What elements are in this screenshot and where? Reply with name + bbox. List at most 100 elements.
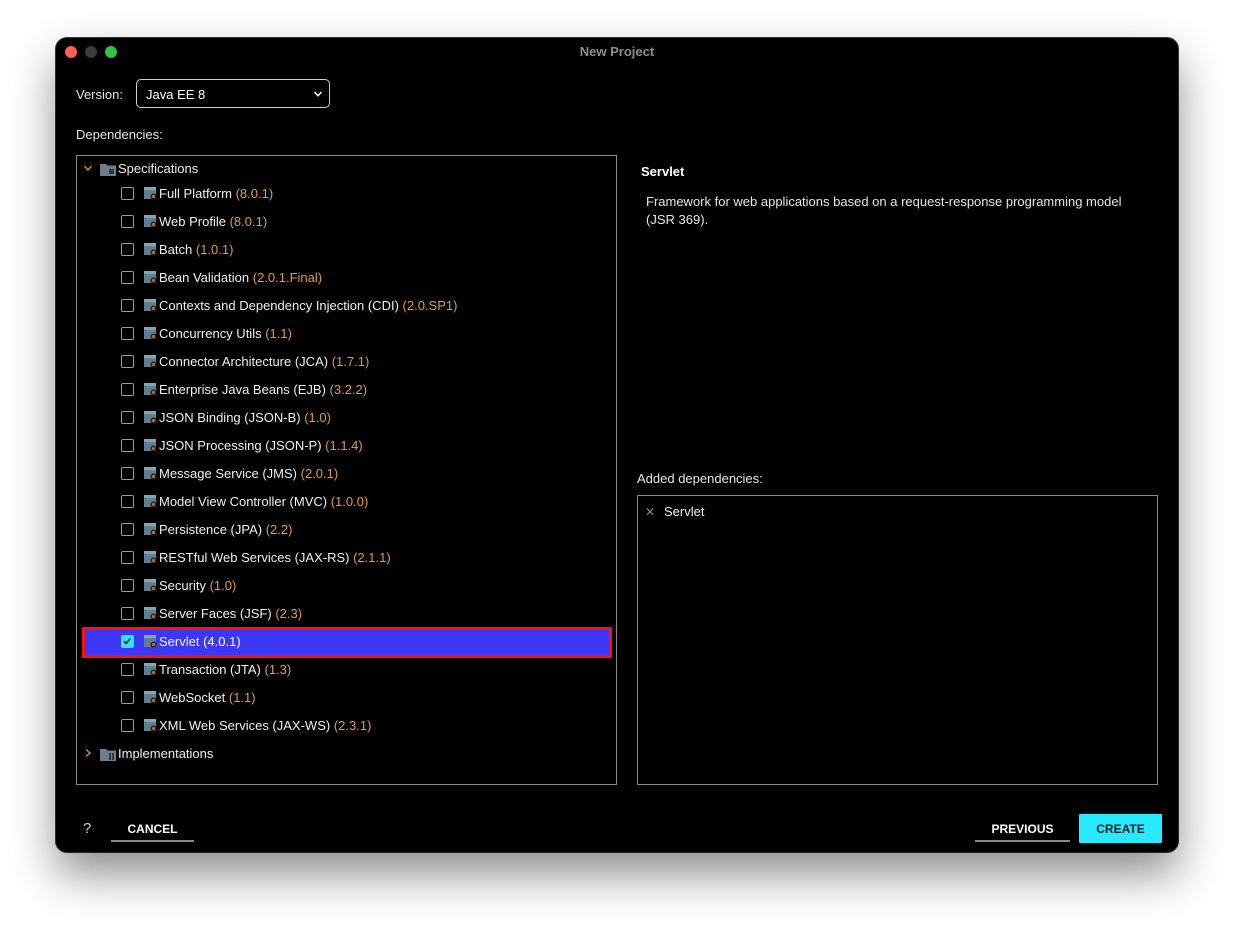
version-select[interactable]: Java EE 8 <box>136 79 330 108</box>
tree-group-label: Specifications <box>118 161 199 176</box>
dependency-name: WebSocket <box>159 690 226 705</box>
dependency-version: (8.0.1) <box>235 186 274 201</box>
dependency-version: (2.0.SP1) <box>402 298 458 313</box>
dependency-label: Security (1.0) <box>159 578 236 593</box>
dependency-row[interactable]: Model View Controller (MVC) (1.0.0) <box>77 490 616 514</box>
dependency-row[interactable]: RESTful Web Services (JAX-RS) (2.1.1) <box>77 546 616 570</box>
dependency-checkbox[interactable] <box>121 355 134 368</box>
dependency-row[interactable]: Transaction (JTA) (1.3) <box>77 658 616 682</box>
help-button[interactable]: ? <box>83 820 91 837</box>
chevron-right-icon <box>85 748 92 758</box>
added-dependencies-list: ✕ Servlet <box>637 495 1158 785</box>
library-icon <box>144 411 157 424</box>
dependency-checkbox[interactable] <box>121 551 134 564</box>
dependency-row[interactable]: Enterprise Java Beans (EJB) (3.2.2) <box>77 378 616 402</box>
dependency-version: (1.0) <box>209 578 237 593</box>
dependency-row[interactable]: Full Platform (8.0.1) <box>77 182 616 206</box>
library-icon <box>144 579 157 592</box>
dependency-version: (2.3) <box>275 606 303 621</box>
dependency-checkbox[interactable] <box>121 467 134 480</box>
dependency-checkbox[interactable] <box>121 327 134 340</box>
tree-group-label: Implementations <box>118 746 214 761</box>
library-icon <box>144 467 157 480</box>
dependency-row[interactable]: Persistence (JPA) (2.2) <box>77 518 616 542</box>
dependency-name: Enterprise Java Beans (EJB) <box>159 382 326 397</box>
dependency-row[interactable]: WebSocket (1.1) <box>77 686 616 710</box>
dependency-name: RESTful Web Services (JAX-RS) <box>159 550 350 565</box>
dependency-version: (2.1.1) <box>353 550 391 565</box>
dependency-label: Model View Controller (MVC) (1.0.0) <box>159 494 368 509</box>
library-icon <box>144 523 157 536</box>
create-button[interactable]: CREATE <box>1079 814 1162 843</box>
dependency-checkbox[interactable] <box>121 299 134 312</box>
dependency-row[interactable]: JSON Binding (JSON-B) (1.0) <box>77 406 616 430</box>
dependency-name: Server Faces (JSF) <box>159 606 272 621</box>
added-dependencies-label: Added dependencies: <box>637 471 763 486</box>
dependency-label: Servlet (4.0.1) <box>159 634 241 649</box>
dependency-label: Web Profile (8.0.1) <box>159 214 267 229</box>
dependency-name: Transaction (JTA) <box>159 662 261 677</box>
dependencies-tree: Specifications Full Platform (8.0.1) Web … <box>76 155 617 785</box>
description-title: Servlet <box>641 164 685 179</box>
version-label: Version: <box>76 87 123 102</box>
dependency-label: RESTful Web Services (JAX-RS) (2.1.1) <box>159 550 391 565</box>
tree-group-implementations[interactable]: Implementations <box>77 742 616 764</box>
dependency-checkbox[interactable] <box>121 719 134 732</box>
version-select-value: Java EE 8 <box>146 87 206 102</box>
description-text: Framework for web applications based on … <box>646 194 1122 227</box>
dependency-name: Full Platform <box>159 186 232 201</box>
dependency-row[interactable]: XML Web Services (JAX-WS) (2.3.1) <box>77 714 616 738</box>
dependency-row[interactable]: Server Faces (JSF) (2.3) <box>77 602 616 626</box>
dependency-row[interactable]: Concurrency Utils (1.1) <box>77 322 616 346</box>
dependencies-label: Dependencies: <box>76 127 163 142</box>
library-icon <box>144 663 157 676</box>
chevron-down-icon <box>313 91 323 97</box>
dependency-checkbox[interactable] <box>121 635 134 648</box>
dependency-label: Contexts and Dependency Injection (CDI) … <box>159 298 457 313</box>
dependency-checkbox[interactable] <box>121 243 134 256</box>
dependency-checkbox[interactable] <box>121 271 134 284</box>
tree-group-specifications[interactable]: Specifications <box>77 157 616 179</box>
library-icon <box>144 719 157 732</box>
dependency-row[interactable]: Message Service (JMS) (2.0.1) <box>77 462 616 486</box>
dependency-checkbox[interactable] <box>121 411 134 424</box>
dependency-row[interactable]: JSON Processing (JSON-P) (1.1.4) <box>77 434 616 458</box>
dependency-name: Security <box>159 578 206 593</box>
dependency-version: (1.3) <box>264 662 292 677</box>
dependency-checkbox[interactable] <box>121 439 134 452</box>
chevron-down-icon <box>83 165 93 172</box>
dependency-checkbox[interactable] <box>121 663 134 676</box>
remove-icon[interactable]: ✕ <box>645 505 655 519</box>
dependency-name: Connector Architecture (JCA) <box>159 354 329 369</box>
dependency-version: (2.0.1) <box>300 466 339 481</box>
dependency-label: XML Web Services (JAX-WS) (2.3.1) <box>159 718 371 733</box>
dependency-row[interactable]: Contexts and Dependency Injection (CDI) … <box>77 294 616 318</box>
dependency-name: JSON Binding (JSON-B) <box>159 410 301 425</box>
dependency-checkbox[interactable] <box>121 607 134 620</box>
library-icon <box>144 355 157 368</box>
dependency-row[interactable]: Bean Validation (2.0.1.Final) <box>77 266 616 290</box>
library-icon <box>144 327 157 340</box>
dependency-row[interactable]: Batch (1.0.1) <box>77 238 616 262</box>
dependency-row[interactable]: Security (1.0) <box>77 574 616 598</box>
previous-button[interactable]: PREVIOUS <box>975 814 1070 842</box>
dependency-name: JSON Processing (JSON-P) <box>159 438 322 453</box>
dependency-row[interactable]: Web Profile (8.0.1) <box>77 210 616 234</box>
dependency-checkbox[interactable] <box>121 495 134 508</box>
dependency-checkbox[interactable] <box>121 215 134 228</box>
dependency-checkbox[interactable] <box>121 579 134 592</box>
dependency-row[interactable]: Servlet (4.0.1) <box>82 627 612 658</box>
dependency-checkbox[interactable] <box>121 187 134 200</box>
dependency-label: WebSocket (1.1) <box>159 690 256 705</box>
dependency-label: JSON Binding (JSON-B) (1.0) <box>159 410 331 425</box>
dependency-checkbox[interactable] <box>121 691 134 704</box>
new-project-dialog: New Project Version: Java EE 8 Dependenc… <box>56 38 1178 852</box>
library-icon <box>144 187 157 200</box>
dependency-checkbox[interactable] <box>121 523 134 536</box>
dependency-version: (2.0.1.Final) <box>252 270 323 285</box>
library-icon <box>144 383 157 396</box>
cancel-button[interactable]: CANCEL <box>111 814 194 842</box>
dependency-row[interactable]: Connector Architecture (JCA) (1.7.1) <box>77 350 616 374</box>
dependency-label: Enterprise Java Beans (EJB) (3.2.2) <box>159 382 367 397</box>
dependency-checkbox[interactable] <box>121 383 134 396</box>
